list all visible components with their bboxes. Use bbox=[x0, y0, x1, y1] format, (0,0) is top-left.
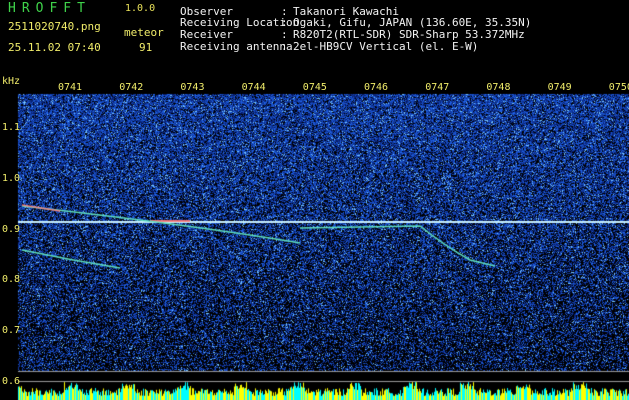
frequency-tick-label: 0.7 bbox=[2, 325, 21, 337]
time-tick-label: 0743 bbox=[180, 82, 205, 93]
frequency-tick-label: 0.8 bbox=[2, 274, 21, 286]
header-panel: HROFFT 1.0.0 2511020740.png meteor 25.11… bbox=[0, 0, 629, 76]
filename: 2511020740.png bbox=[8, 20, 101, 33]
time-tick-label: 0745 bbox=[302, 82, 327, 93]
time-tick-label: 0749 bbox=[547, 82, 572, 93]
info-label-receiver: Receiver bbox=[180, 28, 233, 41]
datetime: 25.11.02 07:40 bbox=[8, 41, 101, 54]
time-tick-label: 0747 bbox=[425, 82, 450, 93]
info-label-antenna: Receiving antenna bbox=[180, 40, 293, 53]
time-tick-label: 0750 bbox=[608, 82, 629, 93]
app-version: 1.0.0 bbox=[125, 3, 156, 14]
info-sep: : bbox=[281, 28, 288, 41]
spectrogram-panel: kHz 0741 0742 0743 0744 0745 0746 0747 0748 0749… bbox=[0, 76, 629, 400]
frequency-tick-label: 1.1 bbox=[2, 122, 21, 133]
frequency-tick-label: 0.9 bbox=[2, 223, 21, 235]
time-tick-label: 0748 bbox=[486, 82, 511, 93]
info-value-receiver: R820T2(RTL-SDR) SDR-Sharp 53.372MHz bbox=[293, 28, 525, 41]
info-sep: : bbox=[281, 16, 288, 29]
info-sep: : bbox=[281, 40, 288, 53]
info-value-antenna: 2el-HB9CV Vertical (el. E-W) bbox=[293, 40, 479, 53]
frequency-unit-label: kHz bbox=[2, 76, 21, 87]
frequency-tick-label: 0.6 bbox=[2, 376, 21, 387]
frequency-tick-label: 1.0 bbox=[2, 172, 21, 184]
meteor-label: meteor bbox=[124, 26, 164, 39]
time-tick-label: 0744 bbox=[241, 82, 266, 93]
info-value-location: Ogaki, Gifu, JAPAN (136.60E, 35.35N) bbox=[293, 16, 532, 29]
spectrogram-canvas bbox=[0, 76, 629, 400]
time-tick-label: 0741 bbox=[58, 82, 83, 93]
time-tick-label: 0746 bbox=[364, 82, 389, 93]
meteor-count: 91 bbox=[139, 41, 153, 54]
app-title: HROFFT bbox=[8, 1, 91, 16]
time-tick-label: 0742 bbox=[119, 82, 144, 93]
